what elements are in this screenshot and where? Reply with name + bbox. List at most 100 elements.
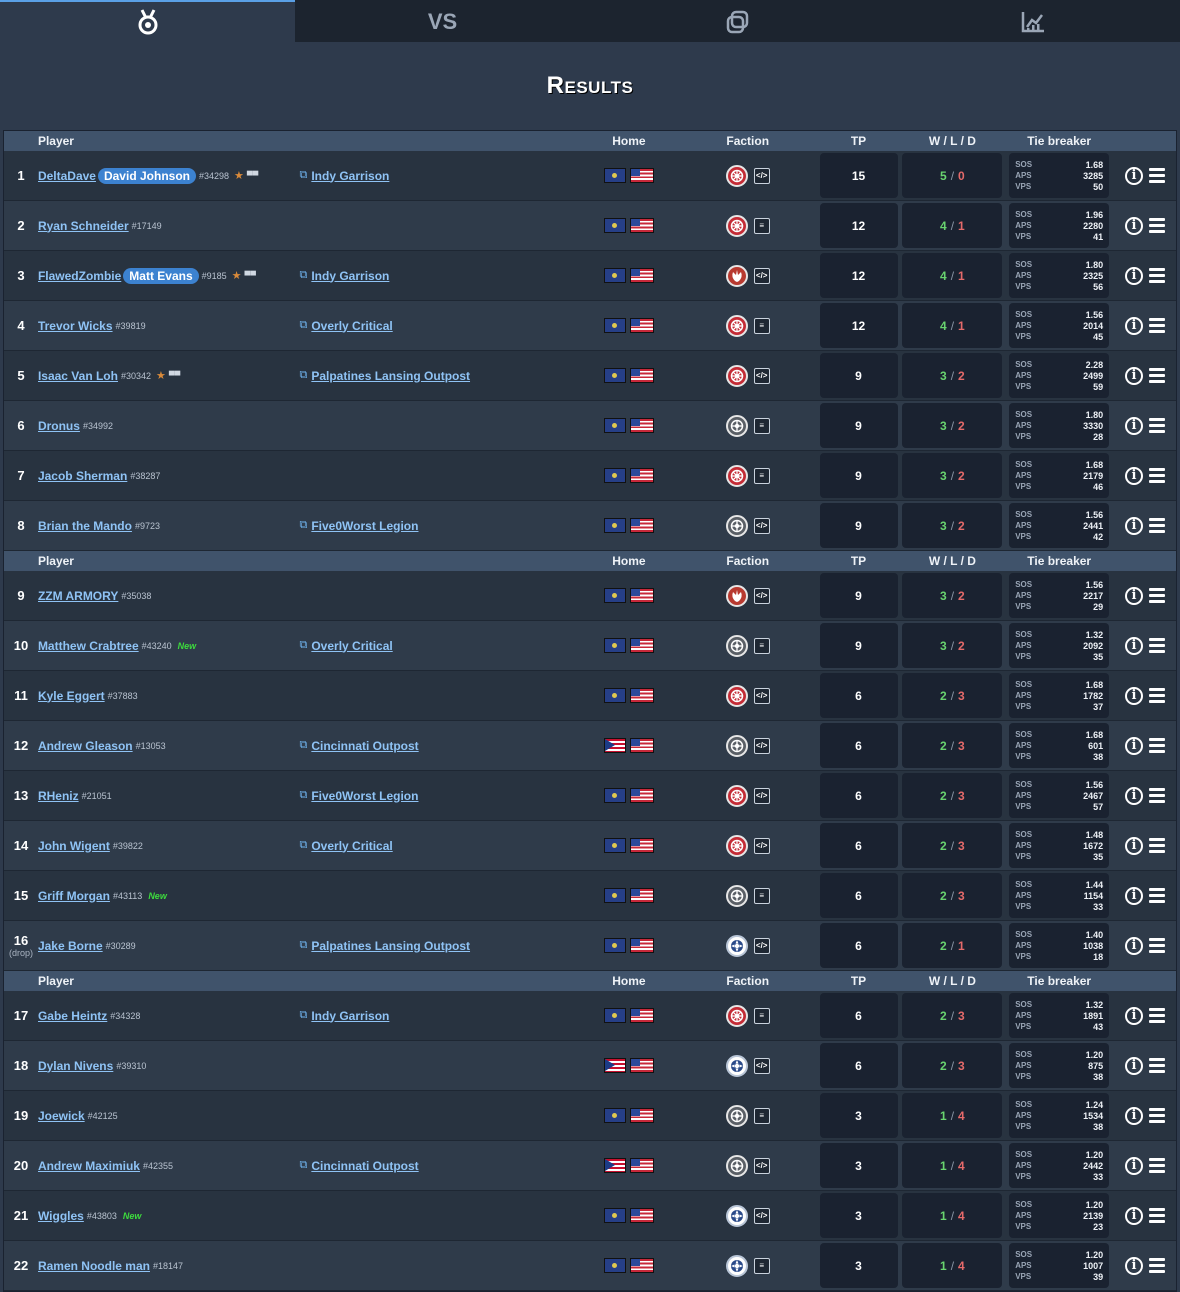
info-icon[interactable]: i	[1125, 466, 1144, 485]
list-icon[interactable]: </>	[753, 1157, 770, 1174]
info-icon[interactable]: i	[1125, 416, 1144, 435]
list-icon[interactable]: ≡	[753, 887, 770, 904]
menu-icon[interactable]	[1149, 638, 1166, 653]
player-link[interactable]: Gabe Heintz	[38, 1009, 107, 1023]
player-link[interactable]: ZZM ARMORY	[38, 589, 118, 603]
club-link[interactable]: Palpatines Lansing Outpost	[311, 939, 470, 953]
info-icon[interactable]: i	[1125, 736, 1144, 755]
player-link[interactable]: Joewick	[38, 1109, 85, 1123]
list-icon[interactable]: </>	[753, 837, 770, 854]
list-icon[interactable]: </>	[753, 367, 770, 384]
info-icon[interactable]: i	[1125, 936, 1144, 955]
club-link[interactable]: Five0Worst Legion	[311, 789, 418, 803]
club-link[interactable]: Overly Critical	[311, 839, 392, 853]
player-link[interactable]: Wiggles	[38, 1209, 84, 1223]
tab-results[interactable]	[0, 0, 295, 42]
player-link[interactable]: DeltaDave	[38, 169, 96, 183]
list-icon[interactable]: ≡	[753, 1257, 770, 1274]
player-link[interactable]: Griff Morgan	[38, 889, 110, 903]
menu-icon[interactable]	[1149, 218, 1166, 233]
menu-icon[interactable]	[1149, 688, 1166, 703]
list-icon[interactable]: </>	[753, 937, 770, 954]
menu-icon[interactable]	[1149, 838, 1166, 853]
info-icon[interactable]: i	[1125, 266, 1144, 285]
club-link[interactable]: Overly Critical	[311, 639, 392, 653]
list-icon[interactable]: </>	[753, 587, 770, 604]
info-icon[interactable]: i	[1125, 1056, 1144, 1075]
menu-icon[interactable]	[1149, 418, 1166, 433]
player-link[interactable]: Matthew Crabtree	[38, 639, 139, 653]
menu-icon[interactable]	[1149, 938, 1166, 953]
info-icon[interactable]: i	[1125, 786, 1144, 805]
player-link[interactable]: RHeniz	[38, 789, 79, 803]
info-icon[interactable]: i	[1125, 1006, 1144, 1025]
player-link[interactable]: Kyle Eggert	[38, 689, 105, 703]
info-icon[interactable]: i	[1125, 1156, 1144, 1175]
player-link[interactable]: Dronus	[38, 419, 80, 433]
player-link[interactable]: Andrew Maximiuk	[38, 1159, 140, 1173]
list-icon[interactable]: ≡	[753, 317, 770, 334]
info-icon[interactable]: i	[1125, 316, 1144, 335]
menu-icon[interactable]	[1149, 788, 1166, 803]
tab-pairings[interactable]	[590, 0, 885, 42]
player-link[interactable]: John Wigent	[38, 839, 110, 853]
menu-icon[interactable]	[1149, 518, 1166, 533]
info-icon[interactable]: i	[1125, 1206, 1144, 1225]
menu-icon[interactable]	[1149, 588, 1166, 603]
info-icon[interactable]: i	[1125, 1256, 1144, 1275]
menu-icon[interactable]	[1149, 468, 1166, 483]
list-icon[interactable]: </>	[753, 267, 770, 284]
player-link[interactable]: Isaac Van Loh	[38, 369, 118, 383]
tab-stats[interactable]	[885, 0, 1180, 42]
list-icon[interactable]: </>	[753, 517, 770, 534]
info-icon[interactable]: i	[1125, 516, 1144, 535]
player-link[interactable]: Andrew Gleason	[38, 739, 133, 753]
player-link[interactable]: FlawedZombie	[38, 269, 121, 283]
club-link[interactable]: Indy Garrison	[311, 1009, 389, 1023]
player-link[interactable]: Brian the Mando	[38, 519, 132, 533]
menu-icon[interactable]	[1149, 1108, 1166, 1123]
club-link[interactable]: Cincinnati Outpost	[311, 1159, 418, 1173]
tab-vs[interactable]: VS	[295, 0, 590, 42]
club-link[interactable]: Cincinnati Outpost	[311, 739, 418, 753]
info-icon[interactable]: i	[1125, 686, 1144, 705]
list-icon[interactable]: </>	[753, 1057, 770, 1074]
menu-icon[interactable]	[1149, 318, 1166, 333]
list-icon[interactable]: ≡	[753, 417, 770, 434]
menu-icon[interactable]	[1149, 368, 1166, 383]
info-icon[interactable]: i	[1125, 636, 1144, 655]
player-link[interactable]: Dylan Nivens	[38, 1059, 113, 1073]
info-icon[interactable]: i	[1125, 366, 1144, 385]
list-icon[interactable]: ≡	[753, 1007, 770, 1024]
list-icon[interactable]: </>	[753, 737, 770, 754]
list-icon[interactable]: </>	[753, 687, 770, 704]
list-icon[interactable]: ≡	[753, 637, 770, 654]
menu-icon[interactable]	[1149, 168, 1166, 183]
list-icon[interactable]: ≡	[753, 1107, 770, 1124]
menu-icon[interactable]	[1149, 738, 1166, 753]
info-icon[interactable]: i	[1125, 1106, 1144, 1125]
menu-icon[interactable]	[1149, 268, 1166, 283]
info-icon[interactable]: i	[1125, 166, 1144, 185]
menu-icon[interactable]	[1149, 888, 1166, 903]
club-link[interactable]: Palpatines Lansing Outpost	[311, 369, 470, 383]
club-link[interactable]: Overly Critical	[311, 319, 392, 333]
info-icon[interactable]: i	[1125, 886, 1144, 905]
info-icon[interactable]: i	[1125, 836, 1144, 855]
info-icon[interactable]: i	[1125, 586, 1144, 605]
player-link[interactable]: Jake Borne	[38, 939, 103, 953]
list-icon[interactable]: </>	[753, 1207, 770, 1224]
club-link[interactable]: Indy Garrison	[311, 269, 389, 283]
player-link[interactable]: Ryan Schneider	[38, 219, 129, 233]
player-link[interactable]: Trevor Wicks	[38, 319, 113, 333]
player-link[interactable]: Jacob Sherman	[38, 469, 127, 483]
club-link[interactable]: Indy Garrison	[311, 169, 389, 183]
list-icon[interactable]: </>	[753, 167, 770, 184]
menu-icon[interactable]	[1149, 1058, 1166, 1073]
club-link[interactable]: Five0Worst Legion	[311, 519, 418, 533]
menu-icon[interactable]	[1149, 1208, 1166, 1223]
info-icon[interactable]: i	[1125, 216, 1144, 235]
list-icon[interactable]: ≡	[753, 217, 770, 234]
player-link[interactable]: Ramen Noodle man	[38, 1259, 150, 1273]
list-icon[interactable]: </>	[753, 787, 770, 804]
